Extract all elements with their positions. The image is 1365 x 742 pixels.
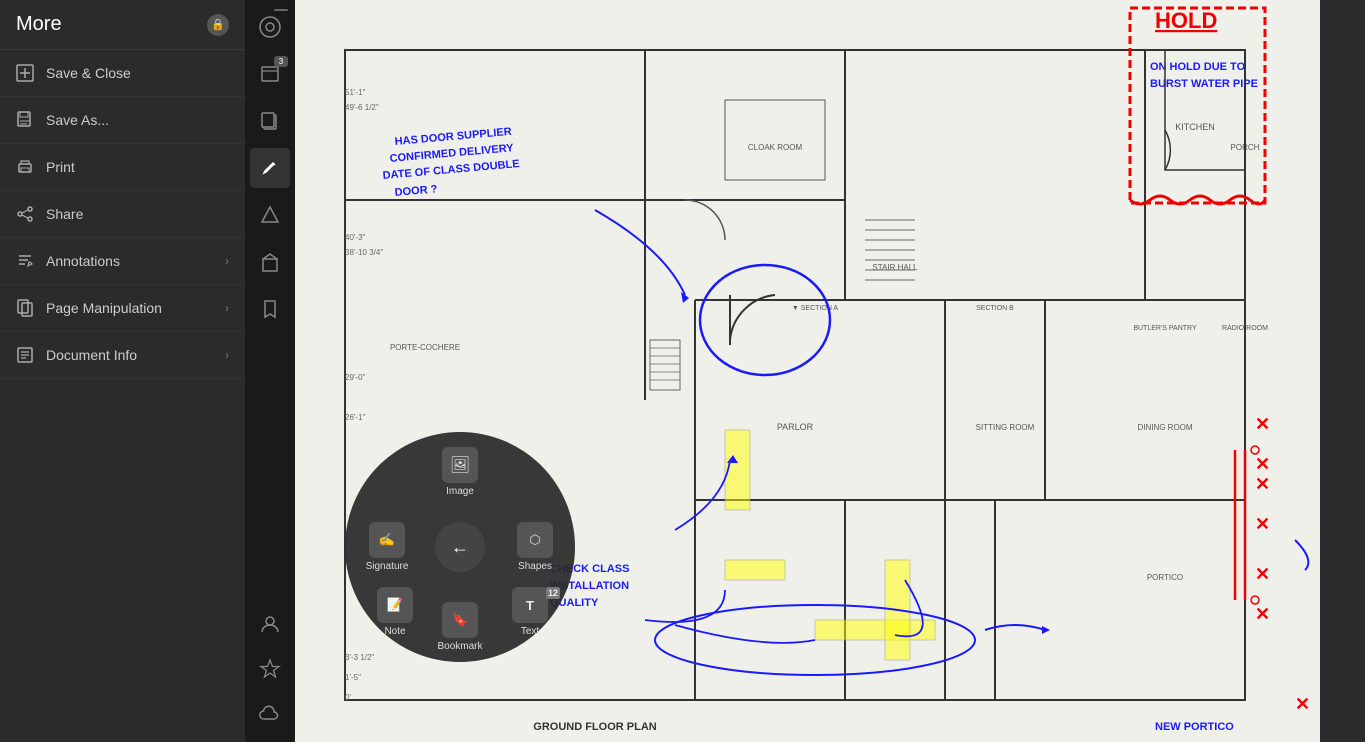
svg-text:RADIO ROOM: RADIO ROOM xyxy=(1222,325,1268,332)
sidebar-item-save-close[interactable]: Save & Close xyxy=(0,50,245,97)
share-icon xyxy=(16,205,34,223)
svg-text:CLOAK ROOM: CLOAK ROOM xyxy=(748,143,803,152)
document-info-arrow: › xyxy=(225,348,229,362)
svg-text:0': 0' xyxy=(345,693,351,702)
sidebar-item-document-info[interactable]: Document Info › xyxy=(0,332,245,379)
shapes-icon: ⬡ xyxy=(517,522,553,558)
svg-text:✕: ✕ xyxy=(1255,474,1270,494)
svg-text:✕: ✕ xyxy=(1295,694,1310,714)
save-close-label: Save & Close xyxy=(46,65,131,81)
icon-strip-layers[interactable]: 3 xyxy=(250,54,290,94)
icon-strip-cloud[interactable] xyxy=(250,694,290,734)
annotations-icon xyxy=(16,252,34,270)
layers-badge: 3 xyxy=(274,56,288,67)
svg-text:40'-3": 40'-3" xyxy=(345,233,366,242)
radial-item-bookmark[interactable]: 🔖 Bookmark xyxy=(430,602,490,652)
svg-text:SECTION B: SECTION B xyxy=(976,305,1014,312)
icon-strip-pencil[interactable] xyxy=(250,148,290,188)
sidebar: More 🔒 Save & Close Save As... Print xyxy=(0,0,245,742)
lock-icon[interactable]: 🔒 xyxy=(207,14,229,36)
icon-strip-home[interactable] xyxy=(250,7,290,47)
svg-text:✕: ✕ xyxy=(1255,454,1270,474)
page-manipulation-arrow: › xyxy=(225,301,229,315)
print-icon xyxy=(16,158,34,176)
svg-text:✕: ✕ xyxy=(1255,564,1270,584)
svg-text:29'-0": 29'-0" xyxy=(345,373,366,382)
document-info-icon xyxy=(16,346,34,364)
image-icon: 🖼 xyxy=(442,447,478,483)
note-icon: 📝 xyxy=(377,587,413,623)
icon-strip-user[interactable] xyxy=(250,604,290,644)
svg-text:PORTE-COCHERE: PORTE-COCHERE xyxy=(390,343,460,352)
radial-item-signature[interactable]: ✍ Signature xyxy=(357,522,417,572)
radial-item-text[interactable]: T 12 Text xyxy=(500,587,560,637)
blueprint-area: CLOAK ROOM KITCHEN PORCH STAIR HALL ▼ SE… xyxy=(295,0,1320,742)
svg-text:SITTING ROOM: SITTING ROOM xyxy=(976,423,1035,432)
radial-item-note[interactable]: 📝 Note xyxy=(365,587,425,637)
page-manipulation-icon xyxy=(16,299,34,317)
save-close-icon xyxy=(16,64,34,82)
svg-text:KITCHEN: KITCHEN xyxy=(1175,122,1215,132)
save-as-label: Save As... xyxy=(46,112,109,128)
svg-text:49'-6 1/2": 49'-6 1/2" xyxy=(345,103,379,112)
annotations-arrow: › xyxy=(225,254,229,268)
sidebar-item-page-manipulation[interactable]: Page Manipulation › xyxy=(0,285,245,332)
svg-text:BUTLER'S PANTRY: BUTLER'S PANTRY xyxy=(1133,325,1197,332)
svg-text:HOLD: HOLD xyxy=(1155,8,1217,33)
annotations-label: Annotations xyxy=(46,253,120,269)
icon-strip-copy[interactable] xyxy=(250,101,290,141)
sidebar-item-save-as[interactable]: Save As... xyxy=(0,97,245,144)
sidebar-item-share[interactable]: Share xyxy=(0,191,245,238)
document-info-label: Document Info xyxy=(46,347,137,363)
icon-strip-shapes[interactable] xyxy=(250,195,290,235)
svg-text:✕: ✕ xyxy=(1255,514,1270,534)
svg-text:26'-1": 26'-1" xyxy=(345,413,366,422)
svg-text:▼ SECTION A: ▼ SECTION A xyxy=(792,305,839,312)
radial-item-image[interactable]: 🖼 Image xyxy=(430,447,490,497)
svg-text:38'-10 3/4": 38'-10 3/4" xyxy=(345,248,383,257)
icon-strip-bookmark[interactable] xyxy=(250,289,290,329)
radial-center-back[interactable]: ← xyxy=(435,522,485,572)
svg-text:3'-3 1/2": 3'-3 1/2" xyxy=(345,653,374,662)
svg-text:PARLOR: PARLOR xyxy=(777,422,814,432)
svg-text:BURST WATER PIPE: BURST WATER PIPE xyxy=(1150,78,1258,90)
svg-text:✕: ✕ xyxy=(1255,604,1270,624)
sidebar-header: More 🔒 xyxy=(0,0,245,50)
signature-icon: ✍ xyxy=(369,522,405,558)
svg-text:1'-5": 1'-5" xyxy=(345,673,361,682)
icon-strip-star[interactable] xyxy=(250,649,290,689)
svg-text:DINING ROOM: DINING ROOM xyxy=(1137,423,1192,432)
bookmark-icon: 🔖 xyxy=(442,602,478,638)
share-label: Share xyxy=(46,206,83,222)
radial-item-shapes[interactable]: ⬡ Shapes xyxy=(505,522,565,572)
save-as-icon xyxy=(16,111,34,129)
svg-text:GROUND FLOOR PLAN: GROUND FLOOR PLAN xyxy=(533,721,656,733)
print-label: Print xyxy=(46,159,75,175)
icon-strip-building[interactable] xyxy=(250,242,290,282)
page-manipulation-label: Page Manipulation xyxy=(46,300,162,316)
sidebar-title: More xyxy=(16,13,62,36)
home-badge xyxy=(274,9,288,11)
text-tool-icon: T 12 xyxy=(512,587,548,623)
svg-text:NEW PORTICO: NEW PORTICO xyxy=(1155,721,1234,733)
sidebar-item-annotations[interactable]: Annotations › xyxy=(0,238,245,285)
radial-menu: 🖼 Image ✍ Signature ⬡ Shapes 📝 Note 🔖 Bo… xyxy=(345,432,575,662)
svg-text:PORTICO: PORTICO xyxy=(1147,573,1183,582)
icon-strip: 3 xyxy=(245,0,295,742)
sidebar-item-print[interactable]: Print xyxy=(0,144,245,191)
svg-text:51'-1": 51'-1" xyxy=(345,88,366,97)
svg-text:✕: ✕ xyxy=(1255,414,1270,434)
svg-text:STAIR HALL: STAIR HALL xyxy=(872,263,918,272)
